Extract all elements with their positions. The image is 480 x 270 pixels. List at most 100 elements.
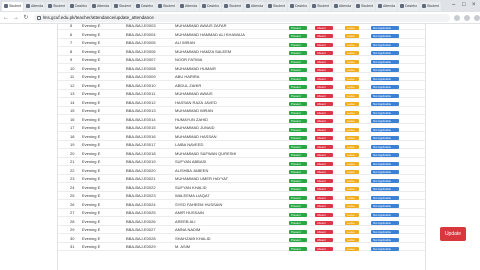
row-registration-no: BBA-BAJ-E0016 — [126, 133, 156, 139]
row-number: 5 — [70, 24, 73, 28]
row-registration-no: BBA-BAJ-E0007 — [126, 57, 156, 62]
tab-favicon-icon — [268, 4, 272, 8]
row-student-name: MUHAMMAD AWAIS ZAFAR — [175, 24, 227, 28]
table-row: 24 Evening E BBA-BAJ-E0022 SUFYAN KHALID Pre… — [58, 184, 425, 192]
label-leave: Leave — [345, 195, 359, 200]
tab-title: Students — [163, 4, 175, 8]
label-na: Not Applicable — [371, 246, 399, 251]
close-window-icon[interactable]: × — [472, 1, 476, 9]
label-absent: Absent — [315, 93, 333, 98]
label-present: Present — [289, 161, 307, 166]
tab-title: Attendance — [97, 4, 109, 8]
label-absent: Absent — [315, 136, 333, 140]
back-icon[interactable]: ← — [2, 14, 10, 22]
browser-tab[interactable]: Attendance — [90, 1, 111, 11]
label-na: Not Applicable — [371, 170, 399, 174]
row-registration-no: BBA-BAJ-E0029 — [126, 244, 156, 249]
row-number: 31 — [70, 244, 75, 249]
browser-tab[interactable]: Students — [112, 1, 133, 11]
label-present: Present — [289, 93, 307, 98]
row-section: Evening E — [82, 150, 101, 156]
browser-tab[interactable]: Students — [354, 1, 375, 11]
label-leave: Leave — [345, 102, 359, 106]
browser-tab[interactable]: Dashboard — [398, 1, 419, 11]
row-registration-no: BBA-BAJ-E0018 — [126, 150, 156, 156]
table-row: 9 Evening E BBA-BAJ-E0007 NOOR FATIMA Presen… — [58, 56, 425, 64]
table-row: 28 Evening E BBA-BAJ-E0026 AREEB ALI Present… — [58, 218, 425, 226]
label-present: Present — [289, 102, 307, 106]
profile-avatar[interactable] — [464, 14, 471, 21]
table-row: 22 Evening E BBA-BAJ-E0020 ALISHBA JABEEN Pr… — [58, 167, 425, 175]
tab-favicon-icon — [158, 4, 162, 8]
label-absent: Absent — [315, 187, 333, 191]
browser-tab[interactable]: Attendance — [24, 1, 45, 11]
label-absent: Absent — [315, 161, 333, 166]
row-section: Evening E — [82, 91, 101, 96]
browser-tab-strip: Student Attendance Attendance Students Dash… — [0, 0, 480, 12]
row-student-name: AMIR HUSSAIN — [175, 210, 204, 215]
extension-icon[interactable] — [454, 14, 461, 21]
row-section: Evening E — [82, 227, 101, 232]
row-number: 29 — [70, 227, 75, 232]
browser-tab[interactable]: Dashboard — [200, 1, 221, 11]
row-section: Evening E — [82, 142, 101, 147]
row-student-name: MUHAMMAD JUNAID — [175, 125, 215, 130]
browser-tab[interactable]: Students — [310, 1, 331, 11]
browser-tab[interactable]: Attendance — [332, 1, 353, 11]
tab-title: Attendance — [251, 4, 263, 8]
browser-tab[interactable]: Attendance — [178, 1, 199, 11]
label-present: Present — [289, 229, 307, 234]
label-na: Not Applicable — [371, 34, 399, 38]
tab-favicon-icon — [48, 4, 52, 8]
lock-icon — [36, 15, 41, 20]
row-registration-no: BBA-BAJ-E0015 — [126, 125, 156, 130]
browser-tab[interactable]: Students — [156, 1, 177, 11]
label-leave: Leave — [345, 238, 359, 242]
address-bar[interactable]: lms.gcuf.edu.pk/teacher/attendance/updat… — [33, 13, 451, 22]
row-student-name: ALISHBA JABEEN — [175, 167, 209, 173]
browser-tab[interactable]: Students — [46, 1, 67, 11]
row-number: 6 — [70, 31, 73, 37]
table-row: 11 Evening E BBA-BAJ-E0009 ABU HARIRA Presen… — [58, 73, 425, 81]
label-absent: Absent — [315, 204, 333, 208]
row-student-name: HUMAYUN ZAHID — [175, 116, 209, 122]
row-student-name: LAIBA NAVEED — [175, 142, 204, 147]
minimize-icon[interactable]: – — [452, 1, 455, 9]
browser-tab[interactable]: Attendance — [376, 1, 397, 11]
row-section: Evening E — [82, 133, 101, 139]
label-present: Present — [289, 85, 307, 89]
tab-favicon-icon — [136, 4, 140, 8]
label-na: Not Applicable — [371, 178, 399, 183]
label-present: Present — [289, 51, 307, 55]
label-present: Present — [289, 178, 307, 183]
row-section: Evening E — [82, 116, 101, 122]
browser-tab[interactable]: Dashboard — [68, 1, 89, 11]
label-absent: Absent — [315, 144, 333, 149]
row-registration-no: BBA-BAJ-E0006 — [126, 48, 156, 54]
row-number: 7 — [70, 40, 73, 45]
update-button[interactable]: Update — [440, 227, 466, 241]
menu-icon[interactable] — [474, 14, 480, 21]
browser-tab[interactable]: Dashboard — [134, 1, 155, 11]
label-present: Present — [289, 187, 307, 191]
maximize-icon[interactable]: □ — [462, 1, 466, 9]
label-present: Present — [289, 42, 307, 47]
browser-tab[interactable]: Students — [266, 1, 287, 11]
label-absent: Absent — [315, 119, 333, 123]
browser-tab[interactable]: Student Attendance — [2, 1, 23, 11]
forward-icon[interactable]: → — [12, 14, 20, 22]
table-row: 14 Evening E BBA-BAJ-E0012 HASSAN RAZA JAVE… — [58, 99, 425, 107]
label-absent: Absent — [315, 42, 333, 47]
row-registration-no: BBA-BAJ-E0017 — [126, 142, 156, 147]
browser-tab[interactable]: Dashboard — [288, 1, 309, 11]
browser-tab[interactable]: Attendance — [244, 1, 265, 11]
row-registration-no: BBA-BAJ-E0027 — [126, 227, 156, 232]
row-student-name: SHAHZAIB KHALID — [175, 235, 211, 241]
row-section: Evening E — [82, 40, 101, 45]
row-registration-no: BBA-BAJ-E0010 — [126, 82, 156, 88]
browser-tab[interactable]: Students — [222, 1, 243, 11]
tab-favicon-icon — [224, 4, 228, 8]
row-number: 17 — [70, 125, 75, 130]
browser-tab[interactable]: Students — [420, 1, 441, 11]
reload-icon[interactable]: ↻ — [22, 14, 30, 22]
